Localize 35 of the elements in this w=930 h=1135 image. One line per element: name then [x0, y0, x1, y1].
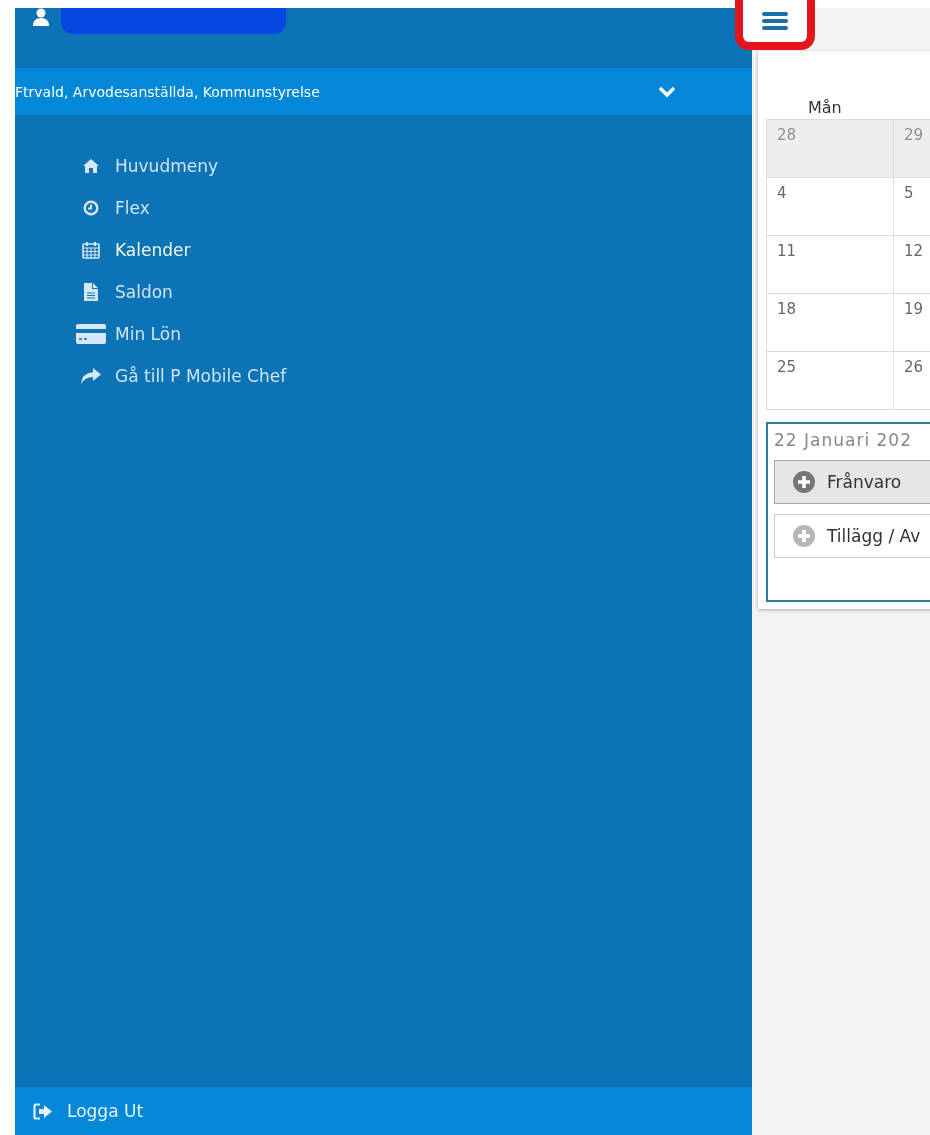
share-arrow-icon — [81, 368, 101, 384]
menu-icon — [762, 11, 788, 31]
credit-card-icon — [76, 324, 106, 344]
menu-button[interactable] — [735, 0, 815, 50]
chevron-down-icon — [658, 85, 676, 98]
logout-link[interactable]: Logga Ut — [15, 1087, 752, 1135]
user-icon — [33, 8, 49, 26]
menu-item[interactable]: Saldon — [67, 279, 752, 305]
weekday-header: Mån — [808, 98, 842, 117]
menu-item[interactable]: Kalender — [67, 237, 752, 263]
day-cell[interactable]: 5 — [894, 178, 930, 236]
day-cell[interactable]: 12 — [894, 236, 930, 294]
day-cell[interactable]: 18 — [767, 294, 894, 352]
day-cell[interactable]: 19 — [894, 294, 930, 352]
home-icon — [82, 158, 100, 174]
plus-circle-icon — [793, 471, 815, 493]
menu-item[interactable]: Flex — [67, 195, 752, 221]
day-title: 22 Januari 202 — [774, 430, 913, 450]
clock-icon — [83, 200, 99, 216]
menu-item[interactable]: Gå till P Mobile Chef — [67, 363, 752, 389]
add-button[interactable]: Frånvaro — [774, 460, 930, 504]
account-selector[interactable]: Ftrvald, Arvodesanställda, Kommunstyrelse — [15, 68, 752, 115]
menu-item[interactable]: Huvudmeny — [67, 153, 752, 179]
day-cell[interactable]: 11 — [767, 236, 894, 294]
day-cell[interactable]: 26 — [894, 352, 930, 410]
document-icon — [84, 283, 98, 301]
day-cell[interactable]: 25 — [767, 352, 894, 410]
account-name: Ftrvald, Arvodesanställda, Kommunstyrelse — [15, 83, 320, 100]
add-button[interactable]: Tillägg / Av — [774, 514, 930, 558]
sign-out-icon — [33, 1102, 53, 1120]
plus-circle-icon — [793, 525, 815, 547]
menu-item[interactable]: Min Lön — [67, 321, 752, 347]
day-cell[interactable]: 4 — [767, 178, 894, 236]
calendar-icon — [82, 241, 100, 259]
day-cell[interactable]: 29 — [894, 120, 930, 178]
